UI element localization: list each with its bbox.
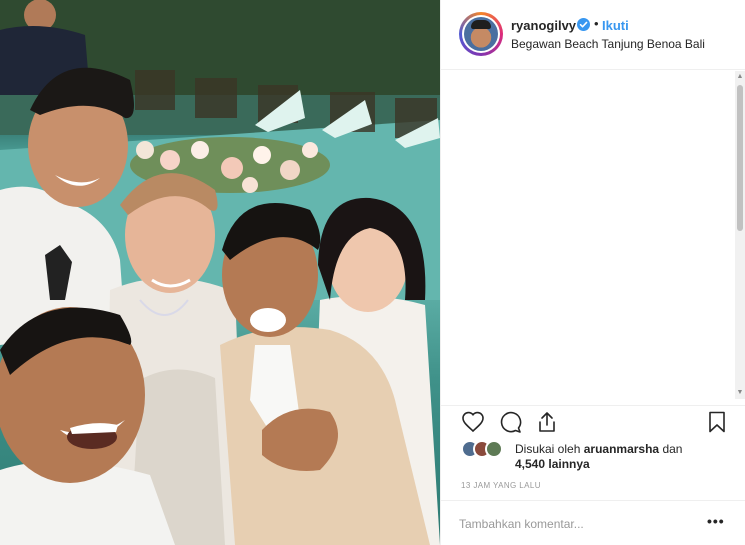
scroll-down-arrow[interactable]: ▼ bbox=[736, 389, 744, 397]
photo-illustration bbox=[0, 0, 440, 545]
action-bar bbox=[441, 405, 745, 435]
comments-scrollbar[interactable]: ▲ ▼ bbox=[735, 71, 745, 399]
location-link[interactable]: Begawan Beach Tanjung Benoa Bali bbox=[511, 37, 705, 51]
username-link[interactable]: ryanogilvy bbox=[511, 18, 576, 33]
likes-prefix: Disukai oleh bbox=[515, 442, 581, 456]
post-header: ryanogilvy • Ikuti Begawan Beach Tanjung… bbox=[441, 0, 745, 70]
likes-count-link[interactable]: 4,540 lainnya bbox=[515, 457, 590, 471]
share-icon[interactable] bbox=[535, 410, 559, 434]
verified-badge-icon bbox=[577, 18, 590, 31]
comments-area bbox=[441, 71, 745, 396]
comment-icon[interactable] bbox=[498, 410, 522, 434]
avatar-image bbox=[464, 17, 498, 51]
more-options-button[interactable]: ••• bbox=[707, 513, 725, 529]
avatar[interactable] bbox=[459, 12, 503, 56]
liker-avatar[interactable] bbox=[485, 440, 503, 458]
post-timestamp[interactable]: 13 JAM YANG LALU bbox=[461, 481, 541, 490]
avatar-frame bbox=[462, 15, 500, 53]
likes-conjunction: dan bbox=[662, 442, 683, 456]
follow-button[interactable]: Ikuti bbox=[602, 18, 629, 33]
heart-icon[interactable] bbox=[461, 410, 485, 434]
scroll-thumb[interactable] bbox=[737, 85, 743, 231]
bookmark-icon[interactable] bbox=[705, 410, 729, 434]
liked-by-user-link[interactable]: aruanmarsha bbox=[584, 442, 659, 456]
liker-avatars[interactable] bbox=[461, 440, 511, 460]
likes-summary: Disukai oleh aruanmarsha dan 4,540 lainn… bbox=[461, 440, 741, 474]
comment-box: ••• bbox=[441, 500, 745, 545]
post-panel: ryanogilvy • Ikuti Begawan Beach Tanjung… bbox=[440, 0, 745, 545]
likes-text: Disukai oleh aruanmarsha dan bbox=[515, 441, 745, 457]
comment-input[interactable] bbox=[459, 515, 689, 533]
scroll-up-arrow[interactable]: ▲ bbox=[736, 73, 744, 81]
separator-dot: • bbox=[594, 16, 599, 31]
post-photo[interactable] bbox=[0, 0, 440, 545]
